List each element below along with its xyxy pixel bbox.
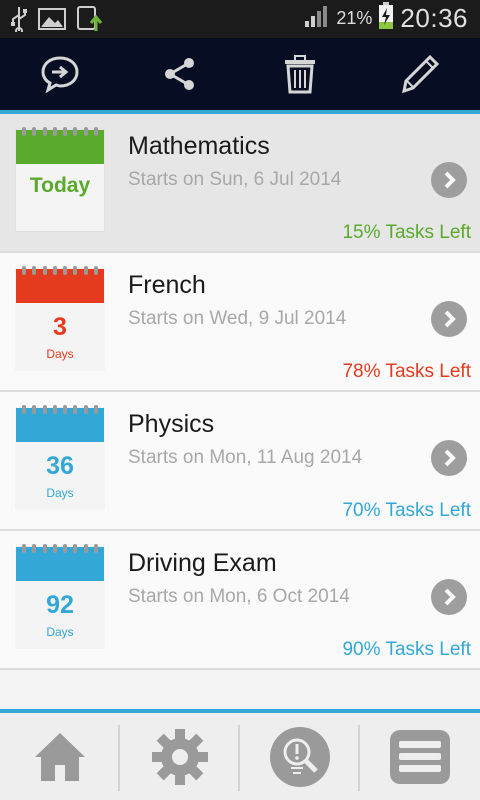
tasks-left: 90% Tasks Left — [342, 639, 471, 660]
tasks-left: 78% Tasks Left — [342, 361, 471, 382]
calendar-rings — [22, 127, 98, 136]
trash-icon[interactable] — [278, 52, 322, 96]
calendar-rings — [22, 544, 98, 553]
action-bar — [0, 38, 480, 110]
badge-main: Today — [29, 174, 91, 197]
calendar-badge: 36 Days — [16, 405, 104, 509]
badge-main: 92 — [46, 591, 74, 619]
tasks-left: 70% Tasks Left — [342, 500, 471, 521]
gallery-icon — [38, 7, 66, 36]
chat-reply-icon[interactable] — [38, 52, 82, 96]
exam-start-date: Starts on Wed, 9 Jul 2014 — [128, 308, 347, 329]
badge-sub: Days — [46, 486, 74, 500]
chevron-right-icon[interactable] — [431, 579, 467, 615]
chevron-right-icon[interactable] — [431, 301, 467, 337]
badge-sub: Days — [46, 625, 74, 639]
calendar-rings — [22, 266, 98, 275]
calendar-header — [16, 130, 104, 164]
battery-percent: 21% — [336, 8, 373, 28]
tasks-left: 15% Tasks Left — [342, 222, 471, 243]
chevron-right-icon[interactable] — [431, 440, 467, 476]
usb-icon — [10, 6, 28, 37]
clock: 20:36 — [400, 3, 468, 33]
calendar-header — [16, 408, 104, 442]
status-bar: 21% 20:36 — [0, 0, 480, 38]
list-item[interactable]: Today Mathematics Starts on Sun, 6 Jul 2… — [0, 114, 480, 253]
search-idea-icon[interactable] — [240, 713, 360, 800]
exam-list: Today Mathematics Starts on Sun, 6 Jul 2… — [0, 114, 480, 670]
download-icon — [76, 5, 104, 38]
badge-main: 36 — [46, 452, 74, 480]
exam-start-date: Starts on Mon, 6 Oct 2014 — [128, 586, 350, 607]
notification-icons — [10, 5, 104, 38]
chevron-right-icon[interactable] — [431, 162, 467, 198]
calendar-rings — [22, 405, 98, 414]
calendar-badge: 92 Days — [16, 544, 104, 648]
pencil-icon[interactable] — [398, 52, 442, 96]
calendar-header — [16, 547, 104, 581]
signal-icon — [304, 4, 330, 33]
exam-title: Physics — [128, 410, 215, 438]
exam-title: Mathematics — [128, 132, 270, 160]
badge-main: 3 — [53, 313, 67, 341]
exam-start-date: Starts on Sun, 6 Jul 2014 — [128, 169, 342, 190]
battery-charging-icon — [378, 2, 394, 35]
bottom-navigation — [0, 709, 480, 800]
list-item[interactable]: 3 Days French Starts on Wed, 9 Jul 2014 … — [0, 253, 480, 392]
settings-gear-icon[interactable] — [120, 713, 240, 800]
calendar-header — [16, 269, 104, 303]
calendar-badge: Today — [16, 127, 104, 231]
exam-start-date: Starts on Mon, 11 Aug 2014 — [128, 447, 363, 468]
share-icon[interactable] — [158, 52, 202, 96]
list-item[interactable]: 92 Days Driving Exam Starts on Mon, 6 Oc… — [0, 531, 480, 670]
badge-sub: Days — [46, 347, 74, 361]
home-icon[interactable] — [0, 713, 120, 800]
exam-title: French — [128, 271, 206, 299]
menu-list-icon[interactable] — [360, 713, 480, 800]
calendar-badge: 3 Days — [16, 266, 104, 370]
exam-title: Driving Exam — [128, 549, 277, 577]
list-item[interactable]: 36 Days Physics Starts on Mon, 11 Aug 20… — [0, 392, 480, 531]
